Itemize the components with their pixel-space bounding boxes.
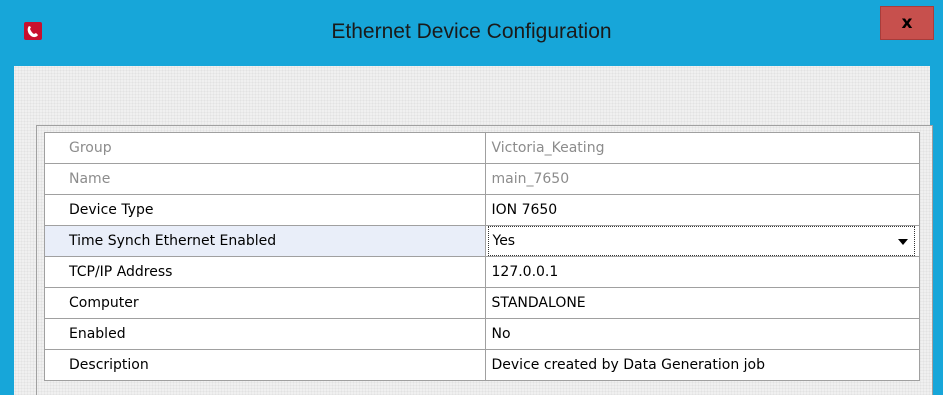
property-value: main_7650: [485, 164, 920, 195]
property-value[interactable]: No: [485, 319, 920, 350]
property-row-time-synch[interactable]: Time Synch Ethernet Enabled Yes: [45, 226, 920, 257]
property-label[interactable]: Description: [45, 350, 486, 381]
property-value[interactable]: ION 7650: [485, 195, 920, 226]
property-label[interactable]: TCP/IP Address: [45, 257, 486, 288]
property-label: Group: [45, 133, 486, 164]
property-label[interactable]: Time Synch Ethernet Enabled: [45, 226, 486, 257]
dropdown-selected-value: Yes: [492, 233, 516, 249]
property-grid: Group Victoria_Keating Name main_7650 De…: [36, 125, 933, 395]
close-icon: x: [901, 13, 913, 33]
property-label[interactable]: Device Type: [45, 195, 486, 226]
property-value: Victoria_Keating: [485, 133, 920, 164]
property-rows: Group Victoria_Keating Name main_7650 De…: [44, 132, 920, 381]
property-value[interactable]: Device created by Data Generation job: [485, 350, 920, 381]
close-button[interactable]: x: [880, 6, 934, 40]
window-title: Ethernet Device Configuration: [331, 20, 612, 43]
dialog-window: Ethernet Device Configuration x Group Vi…: [0, 0, 943, 395]
title-bar[interactable]: Ethernet Device Configuration x: [0, 0, 943, 66]
property-row-name: Name main_7650: [45, 164, 920, 195]
property-value[interactable]: STANDALONE: [485, 288, 920, 319]
property-row-group: Group Victoria_Keating: [45, 133, 920, 164]
chevron-down-icon[interactable]: [898, 239, 908, 245]
property-row-tcpip[interactable]: TCP/IP Address 127.0.0.1: [45, 257, 920, 288]
time-synch-dropdown[interactable]: Yes: [487, 226, 915, 256]
property-label[interactable]: Enabled: [45, 319, 486, 350]
property-label: Name: [45, 164, 486, 195]
property-value-cell[interactable]: Yes: [485, 226, 920, 257]
property-row-description[interactable]: Description Device created by Data Gener…: [45, 350, 920, 381]
client-area: Group Victoria_Keating Name main_7650 De…: [14, 66, 933, 395]
property-row-computer[interactable]: Computer STANDALONE: [45, 288, 920, 319]
property-label[interactable]: Computer: [45, 288, 486, 319]
property-row-enabled[interactable]: Enabled No: [45, 319, 920, 350]
property-row-device-type[interactable]: Device Type ION 7650: [45, 195, 920, 226]
property-value[interactable]: 127.0.0.1: [485, 257, 920, 288]
